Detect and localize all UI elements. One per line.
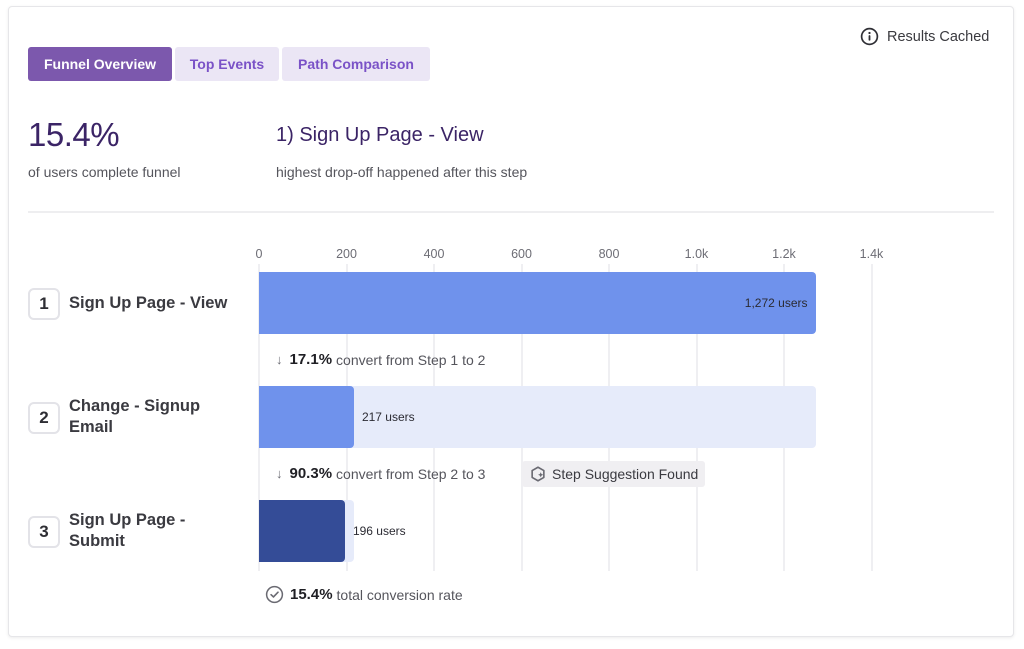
conversion-percent: 90.3% bbox=[289, 465, 333, 482]
step-name-line: Change - Signup bbox=[69, 397, 201, 415]
x-tick-label: 1.2k bbox=[772, 247, 796, 261]
bar-users-label: 217 users bbox=[361, 410, 415, 424]
step-number-badge: 1 bbox=[28, 288, 60, 320]
step-name-line: Sign Up Page - bbox=[69, 511, 186, 529]
drop-off-caption: highest drop-off happened after this ste… bbox=[276, 164, 528, 180]
total-conversion-text: total conversion rate bbox=[336, 586, 463, 603]
section-divider bbox=[28, 211, 994, 213]
step-suggestion-label: Step Suggestion Found bbox=[552, 466, 699, 482]
completion-rate-caption: of users complete funnel bbox=[28, 164, 181, 180]
gridline bbox=[870, 264, 873, 571]
view-tabs: Funnel Overview Top Events Path Comparis… bbox=[28, 47, 430, 81]
total-conversion: 15.4% total conversion rate bbox=[265, 585, 463, 604]
step-number-badge: 3 bbox=[28, 516, 60, 548]
step-name-line: Sign Up Page - View bbox=[69, 293, 228, 312]
conversion-text: convert from Step 2 to 3 bbox=[336, 465, 486, 482]
bar-users-label: 1,272 users bbox=[744, 296, 808, 310]
x-tick-label: 1.0k bbox=[684, 247, 709, 261]
conversion-percent: 17.1% bbox=[289, 351, 333, 368]
info-icon bbox=[860, 27, 879, 46]
step-number-badge: 2 bbox=[28, 402, 60, 434]
results-cached-label: Results Cached bbox=[887, 28, 990, 45]
tab-funnel-overview[interactable]: Funnel Overview bbox=[28, 47, 172, 81]
funnel-bar[interactable] bbox=[259, 272, 816, 334]
step-name-line: Submit bbox=[69, 532, 125, 550]
step-name: Change - Signup Email bbox=[69, 396, 239, 438]
x-tick-label: 0 bbox=[255, 247, 263, 261]
conversion-step-1-to-2: ↓ 17.1% convert from Step 1 to 2 bbox=[276, 351, 485, 368]
conversion-step-2-to-3: ↓ 90.3% convert from Step 2 to 3 bbox=[276, 465, 485, 482]
x-tick-label: 800 bbox=[598, 247, 620, 261]
x-tick-label: 600 bbox=[511, 247, 532, 261]
funnel-bar[interactable] bbox=[259, 500, 345, 562]
sparkle-icon bbox=[531, 466, 545, 482]
completion-rate-value: 15.4% bbox=[28, 116, 120, 153]
check-circle-icon bbox=[265, 585, 284, 604]
step-name: Sign Up Page - View bbox=[69, 293, 239, 314]
step-name: Sign Up Page - Submit bbox=[69, 510, 239, 552]
tab-path-comparison[interactable]: Path Comparison bbox=[282, 47, 430, 81]
step-name-line: Email bbox=[69, 418, 114, 436]
arrow-down-icon: ↓ bbox=[276, 466, 283, 481]
x-tick-label: 400 bbox=[423, 247, 445, 261]
conversion-text: convert from Step 1 to 2 bbox=[336, 351, 486, 368]
bar-users-label: 196 users bbox=[352, 524, 406, 538]
tab-top-events[interactable]: Top Events bbox=[175, 47, 279, 81]
x-tick-label: 1.4k bbox=[859, 247, 884, 261]
step-suggestion-button[interactable]: Step Suggestion Found bbox=[522, 461, 706, 487]
arrow-down-icon: ↓ bbox=[276, 352, 283, 367]
results-cached-indicator[interactable]: Results Cached bbox=[860, 27, 989, 46]
drop-off-step-title: 1) Sign Up Page - View bbox=[276, 124, 484, 146]
x-tick-label: 200 bbox=[336, 247, 357, 261]
funnel-bar[interactable] bbox=[259, 386, 354, 448]
total-conversion-percent: 15.4% bbox=[290, 586, 333, 603]
